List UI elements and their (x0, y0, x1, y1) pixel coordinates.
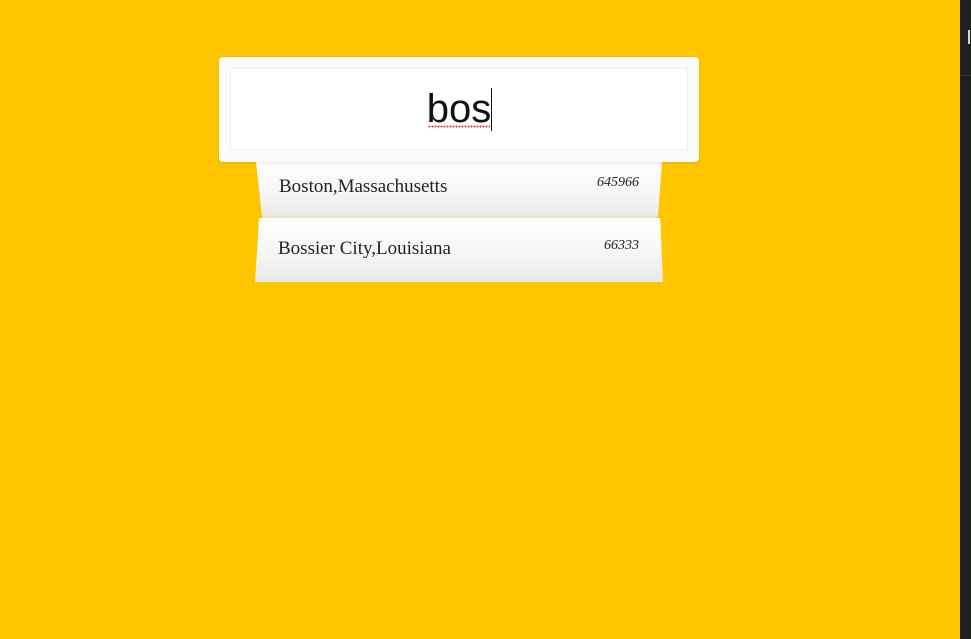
search-input[interactable] (230, 68, 688, 150)
suggestion-city: Boston,Massachusetts (279, 176, 448, 197)
suggestion-item-boston[interactable]: Boston,Massachusetts 645966 (256, 162, 662, 217)
panel-divider (960, 75, 971, 76)
panel-marker (968, 30, 970, 44)
suggestion-item-bossier-city[interactable]: Bossier City,Louisiana 66333 (255, 218, 663, 282)
suggestion-population: 66333 (604, 238, 639, 253)
suggestion-population: 645966 (597, 175, 639, 190)
side-panel-edge (960, 0, 971, 639)
suggestion-city: Bossier City,Louisiana (278, 238, 451, 259)
suggestion-divider (262, 216, 656, 218)
search-card (219, 57, 699, 162)
